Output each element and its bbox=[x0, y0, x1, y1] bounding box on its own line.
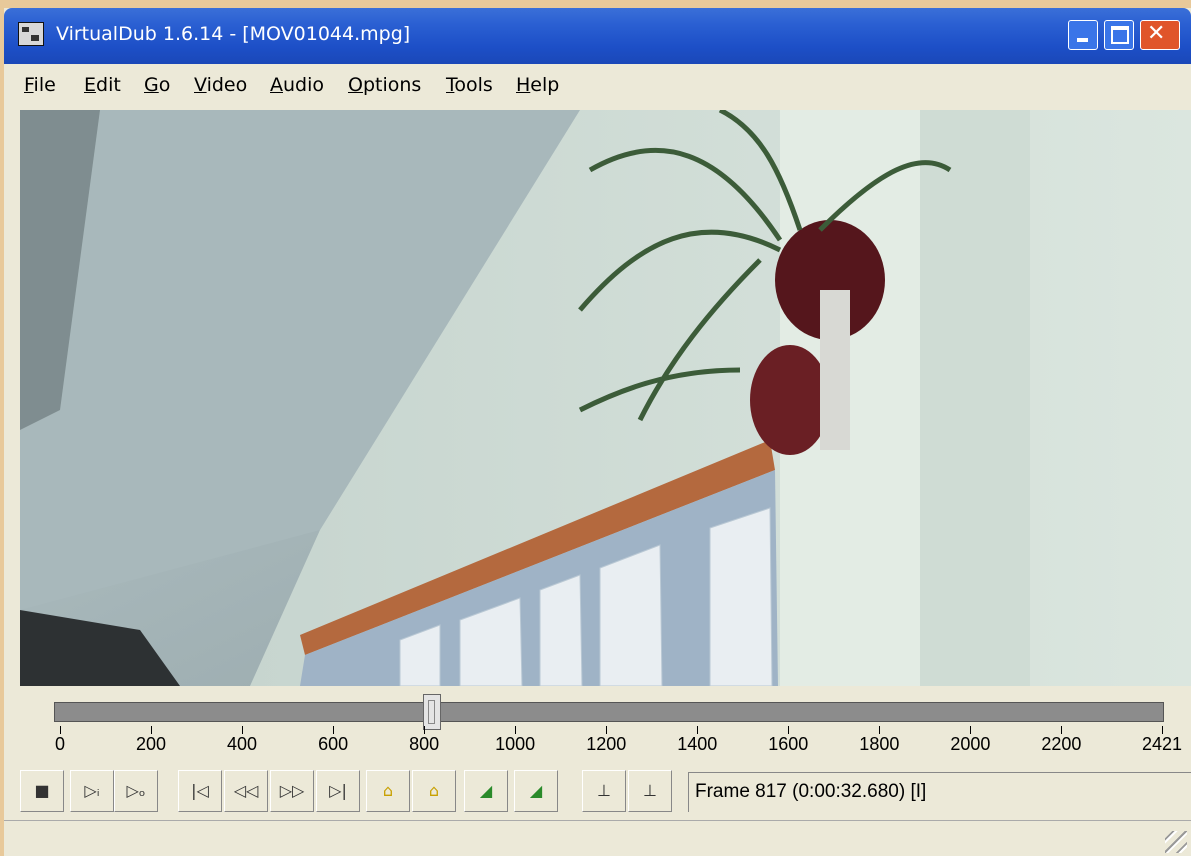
menu-edit[interactable]: Edit bbox=[84, 74, 121, 96]
next-keyframe-button[interactable]: ⌂ bbox=[412, 770, 456, 812]
timeline-tick bbox=[151, 726, 153, 734]
mark-out-button[interactable]: ⊥ bbox=[628, 770, 672, 812]
playback-toolbar: ■ ▷ᵢ ▷ₒ |◁ ◁◁ ▷▷ ▷| ⌂ ⌂ ◢ ◢ ⊥ ⊥ Frame 81… bbox=[4, 766, 1191, 818]
timeline-thumb[interactable] bbox=[422, 694, 441, 730]
video-preview bbox=[20, 110, 1191, 686]
timeline-tick bbox=[242, 726, 244, 734]
prev-frame-button[interactable]: ◁◁ bbox=[224, 770, 268, 812]
play-input-button[interactable]: ▷ᵢ bbox=[70, 770, 114, 812]
timeline-tick bbox=[333, 726, 335, 734]
next-scene-button[interactable]: ◢ bbox=[514, 770, 558, 812]
menu-tools[interactable]: Tools bbox=[446, 74, 493, 96]
menu-video[interactable]: Video bbox=[194, 74, 247, 96]
timeline-tick bbox=[1162, 726, 1163, 734]
app-icon[interactable] bbox=[18, 22, 44, 46]
timeline-tick bbox=[788, 726, 790, 734]
prev-scene-button[interactable]: ◢ bbox=[464, 770, 508, 812]
timeline-tick bbox=[970, 726, 972, 734]
resize-grip-icon[interactable] bbox=[1165, 831, 1187, 853]
next-frame-button[interactable]: ▷▷ bbox=[270, 770, 314, 812]
stop-button[interactable]: ■ bbox=[20, 770, 64, 812]
timeline-tick bbox=[697, 726, 699, 734]
prev-keyframe-button[interactable]: ⌂ bbox=[366, 770, 410, 812]
close-button[interactable] bbox=[1140, 20, 1180, 50]
minimize-button[interactable] bbox=[1068, 20, 1098, 50]
menu-bar: File Edit Go Video Audio Options Tools Help bbox=[4, 64, 1191, 104]
maximize-button[interactable] bbox=[1104, 20, 1134, 50]
timeline-tick bbox=[424, 726, 426, 734]
video-frame-image bbox=[20, 110, 1191, 686]
window-title: VirtualDub 1.6.14 - [MOV01044.mpg] bbox=[56, 23, 411, 45]
play-output-button[interactable]: ▷ₒ bbox=[114, 770, 158, 812]
timeline-tick bbox=[879, 726, 881, 734]
timeline-tick-label: 2200 bbox=[1041, 734, 1082, 754]
timeline-slider[interactable]: 0 200 400 600 800 1000 1200 1400 1600 1800 2000 220… bbox=[4, 688, 1191, 768]
timeline-track[interactable] bbox=[54, 702, 1164, 722]
timeline-tick bbox=[60, 726, 61, 734]
timeline-tick-label: 1000 bbox=[495, 734, 536, 754]
timeline-tick bbox=[1061, 726, 1063, 734]
timeline-tick-label: 600 bbox=[318, 734, 349, 754]
timeline-tick-label: 400 bbox=[227, 734, 258, 754]
timeline-tick-label: 0 bbox=[54, 734, 66, 754]
title-bar[interactable]: VirtualDub 1.6.14 - [MOV01044.mpg] bbox=[4, 8, 1191, 64]
mark-in-button[interactable]: ⊥ bbox=[582, 770, 626, 812]
menu-audio[interactable]: Audio bbox=[270, 74, 324, 96]
timeline-tick-label: 1800 bbox=[859, 734, 900, 754]
menu-help[interactable]: Help bbox=[516, 74, 559, 96]
go-end-button[interactable]: ▷| bbox=[316, 770, 360, 812]
timeline-tick bbox=[606, 726, 608, 734]
timeline-tick-label: 2000 bbox=[950, 734, 991, 754]
menu-go[interactable]: Go bbox=[144, 74, 170, 96]
timeline-tick-label: 1200 bbox=[586, 734, 627, 754]
app-window: VirtualDub 1.6.14 - [MOV01044.mpg] File E… bbox=[4, 8, 1191, 856]
timeline-tick-label: 1600 bbox=[768, 734, 809, 754]
timeline-tick-label: 2421 bbox=[1141, 734, 1183, 754]
menu-options[interactable]: Options bbox=[348, 74, 421, 96]
timeline-tick-label: 1400 bbox=[677, 734, 718, 754]
frame-indicator: Frame 817 (0:00:32.680) [I] bbox=[688, 772, 1191, 812]
go-start-button[interactable]: |◁ bbox=[178, 770, 222, 812]
timeline-tick bbox=[515, 726, 517, 734]
timeline-tick-label: 800 bbox=[409, 734, 440, 754]
timeline-tick-label: 200 bbox=[136, 734, 167, 754]
menu-file[interactable]: File bbox=[24, 74, 56, 96]
status-bar bbox=[4, 820, 1191, 856]
